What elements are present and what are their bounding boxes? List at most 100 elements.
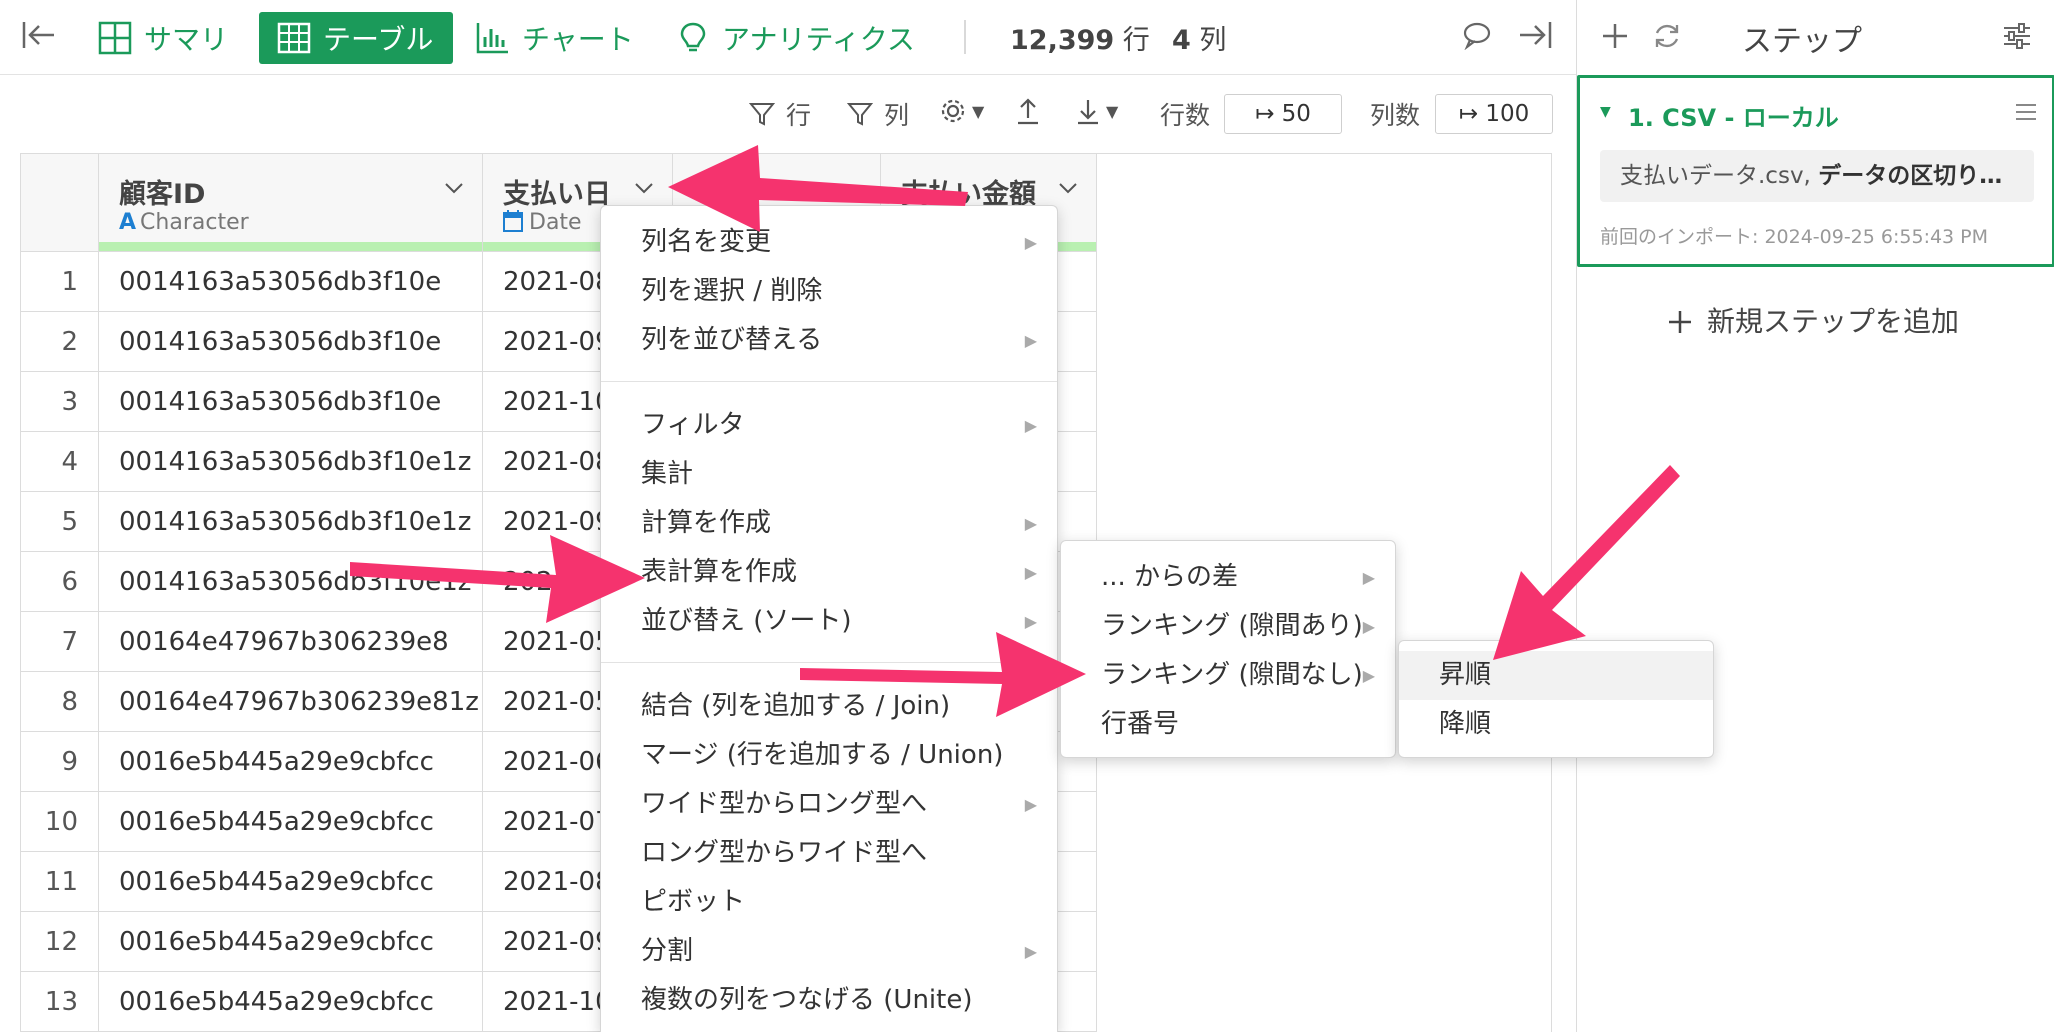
rows-input[interactable]: ↦ 50 <box>1224 94 1342 134</box>
row-filter-button[interactable]: 行 <box>748 96 811 132</box>
column-count: 4 列 <box>1172 25 1227 56</box>
menu-item[interactable]: フィルタ ▶ <box>601 401 1057 450</box>
submenu-arrow-icon: ▶ <box>1362 568 1375 587</box>
row-number[interactable]: 2 <box>21 312 99 372</box>
column-context-menu: 列名を変更 ▶ 列を選択 / 削除 列を並び替える ▶ フィルタ ▶ 集計 計算を作成 ▶ 表計算を… <box>600 205 1058 1032</box>
submenu-arrow-icon: ▶ <box>1024 514 1037 533</box>
row-number[interactable]: 6 <box>21 552 99 612</box>
caret-down-icon: ▼ <box>972 101 985 121</box>
toolbar-divider <box>964 20 966 54</box>
submenu-item[interactable]: ランキング (隙間なし) ▶ <box>1061 651 1395 700</box>
sliders-icon[interactable] <box>2001 20 2033 56</box>
collapse-right-icon[interactable] <box>1516 16 1554 58</box>
row-number[interactable]: 11 <box>21 852 99 912</box>
row-number[interactable]: 10 <box>21 792 99 852</box>
add-step-button[interactable]: 新規ステップを追加 <box>1667 300 1959 342</box>
columns-input[interactable]: ↦ 100 <box>1435 94 1553 134</box>
cell-customer-id[interactable]: 0014163a53056db3f10e <box>99 252 483 312</box>
menu-item[interactable]: ピボット <box>601 878 1057 927</box>
row-number[interactable]: 5 <box>21 492 99 552</box>
menu-item[interactable]: マージ (行を追加する / Union) <box>601 731 1057 780</box>
tab-chart-label: チャート <box>522 23 634 56</box>
row-number[interactable]: 4 <box>21 432 99 492</box>
row-number[interactable]: 9 <box>21 732 99 792</box>
column-type: A Character <box>119 210 249 235</box>
menu-item[interactable]: 計算を作成 ▶ <box>601 499 1057 548</box>
filter-icon <box>748 100 776 128</box>
cell-customer-id[interactable]: 00164e47967b306239e8 <box>99 612 483 672</box>
submenu-item[interactable]: ... からの差 ▶ <box>1061 553 1395 602</box>
column-type: Date <box>503 210 582 238</box>
submenu-arrow-icon: ▶ <box>1024 563 1037 582</box>
row-number[interactable]: 8 <box>21 672 99 732</box>
menu-item[interactable]: ワイド型からロング型へ ▶ <box>601 780 1057 829</box>
cell-customer-id[interactable]: 00164e47967b306239e81z <box>99 672 483 732</box>
caret-down-icon: ▼ <box>1106 101 1119 121</box>
menu-item[interactable]: 列名を変更 ▶ <box>601 218 1057 267</box>
menu-item[interactable]: 並び替え (ソート) ▶ <box>601 597 1057 646</box>
refresh-icon[interactable] <box>1651 20 1683 56</box>
sort-descending-item[interactable]: 降順 <box>1399 700 1713 749</box>
tab-analytics[interactable]: アナリティクス <box>676 12 915 64</box>
row-number[interactable]: 7 <box>21 612 99 672</box>
cell-customer-id[interactable]: 0014163a53056db3f10e1z <box>99 432 483 492</box>
cell-customer-id[interactable]: 0014163a53056db3f10e1z <box>99 492 483 552</box>
column-filter-button[interactable]: 列 <box>846 96 909 132</box>
tab-table-label: テーブル <box>323 23 434 56</box>
chevron-down-icon[interactable] <box>1056 176 1080 204</box>
cell-customer-id[interactable]: 0014163a53056db3f10e1z <box>99 552 483 612</box>
step-title: 1. CSV - ローカル <box>1628 104 1839 132</box>
menu-item[interactable]: 分割 ▶ <box>601 927 1057 976</box>
chevron-down-icon[interactable] <box>442 176 466 204</box>
submenu-arrow-icon: ▶ <box>1024 331 1037 350</box>
gear-icon <box>938 96 968 126</box>
menu-separator <box>601 662 1057 663</box>
cell-customer-id[interactable]: 0014163a53056db3f10e <box>99 372 483 432</box>
column-header-customer-id[interactable]: 顧客ID A Character <box>99 154 483 252</box>
chevron-down-icon[interactable] <box>632 176 656 204</box>
row-count: 12,399 行 <box>1010 25 1150 56</box>
top-toolbar: サマリ テーブル チャート アナリティクス 12,399 行 4 列 <box>0 0 1576 75</box>
submenu-item[interactable]: ランキング (隙間あり) ▶ <box>1061 602 1395 651</box>
row-number-header <box>21 154 99 252</box>
upload-button[interactable] <box>1014 96 1042 126</box>
cell-customer-id[interactable]: 0016e5b445a29e9cbfcc <box>99 972 483 1032</box>
step-card[interactable]: ▼ 1. CSV - ローカル 支払いデータ.csv, データの区切り… 前回の… <box>1577 75 2054 267</box>
menu-item[interactable]: 列を並び替える ▶ <box>601 316 1057 365</box>
panel-title: ステップ <box>1742 24 1862 59</box>
settings-dropdown[interactable]: ▼ <box>938 96 984 126</box>
sort-ascending-item[interactable]: 昇順 <box>1399 651 1713 700</box>
menu-item[interactable]: 表計算を作成 ▶ <box>601 548 1057 597</box>
caret-down-icon[interactable]: ▼ <box>1600 104 1611 120</box>
tab-summary[interactable]: サマリ <box>98 12 228 64</box>
download-dropdown[interactable]: ▼ <box>1074 96 1118 126</box>
menu-item[interactable]: 結合 (列を追加する / Join) <box>601 682 1057 731</box>
row-number[interactable]: 1 <box>21 252 99 312</box>
column-name: 顧客ID <box>119 179 206 210</box>
column-name: 支払い日 <box>503 179 611 210</box>
collapse-left-icon[interactable] <box>20 16 58 58</box>
cell-customer-id[interactable]: 0016e5b445a29e9cbfcc <box>99 732 483 792</box>
submenu-arrow-icon: ▶ <box>1024 942 1037 961</box>
filter-icon <box>846 100 874 128</box>
menu-item[interactable]: ロング型からワイド型へ <box>601 829 1057 878</box>
cell-customer-id[interactable]: 0016e5b445a29e9cbfcc <box>99 852 483 912</box>
submenu-arrow-icon: ▶ <box>1024 612 1037 631</box>
cell-customer-id[interactable]: 0014163a53056db3f10e <box>99 312 483 372</box>
menu-item[interactable]: 複数の列をつなげる (Unite) <box>601 976 1057 1025</box>
cell-customer-id[interactable]: 0016e5b445a29e9cbfcc <box>99 912 483 972</box>
menu-separator <box>601 381 1057 382</box>
menu-item[interactable]: 集計 <box>601 450 1057 499</box>
cell-customer-id[interactable]: 0016e5b445a29e9cbfcc <box>99 792 483 852</box>
row-number[interactable]: 3 <box>21 372 99 432</box>
plus-icon[interactable] <box>1599 20 1631 56</box>
tab-chart[interactable]: チャート <box>476 12 634 64</box>
row-number[interactable]: 13 <box>21 972 99 1032</box>
row-number[interactable]: 12 <box>21 912 99 972</box>
submenu-item[interactable]: 行番号 <box>1061 700 1395 749</box>
tab-table[interactable]: テーブル <box>259 12 453 64</box>
menu-item[interactable]: 列を選択 / 削除 <box>601 267 1057 316</box>
comment-icon[interactable] <box>1462 20 1492 54</box>
upload-icon <box>1014 96 1042 126</box>
menu-icon[interactable] <box>2014 100 2038 128</box>
